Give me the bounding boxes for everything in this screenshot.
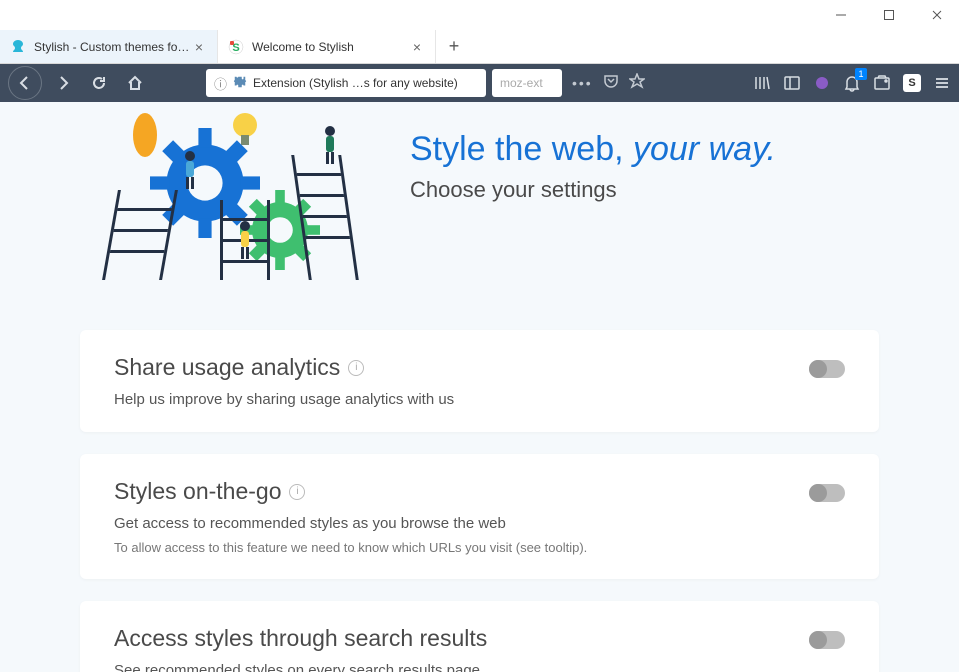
info-icon[interactable]: i xyxy=(289,484,305,500)
site-info-icon[interactable]: ⓘ xyxy=(214,74,227,93)
navigation-toolbar: ⓘ Extension (Stylish …s for any website)… xyxy=(0,64,959,102)
info-icon[interactable]: i xyxy=(348,360,364,376)
window-minimize-button[interactable] xyxy=(827,1,855,29)
extension-icon xyxy=(233,75,247,92)
setting-search-results: Access styles through search results See… xyxy=(80,601,879,672)
tab-label: Stylish - Custom themes for an xyxy=(34,40,191,54)
address-bar[interactable]: ⓘ Extension (Stylish …s for any website) xyxy=(206,69,486,97)
window-maximize-button[interactable] xyxy=(875,1,903,29)
window-titlebar xyxy=(0,0,959,30)
home-button[interactable] xyxy=(120,68,150,98)
setting-note: To allow access to this feature we need … xyxy=(114,540,809,555)
search-placeholder: moz-ext xyxy=(500,76,543,90)
page-actions-menu[interactable]: ••• xyxy=(572,75,593,91)
bookmark-star-icon[interactable] xyxy=(629,73,645,94)
notification-badge: 1 xyxy=(855,68,867,80)
setting-title: Access styles through search results xyxy=(114,625,487,652)
sidebar-icon[interactable] xyxy=(783,74,801,92)
back-button[interactable] xyxy=(8,66,42,100)
library-icon[interactable] xyxy=(753,74,771,92)
address-text: Extension (Stylish …s for any website) xyxy=(253,76,458,90)
search-field[interactable]: moz-ext xyxy=(492,69,562,97)
tab-stylish-themes[interactable]: Stylish - Custom themes for an × xyxy=(0,30,218,63)
headline-prefix: Style the web, xyxy=(410,130,633,168)
stylish-favicon xyxy=(10,39,26,55)
setting-description: Get access to recommended styles as you … xyxy=(114,515,809,532)
hero-illustration xyxy=(80,110,370,280)
toolbar-right-icons: 1 S xyxy=(753,74,951,92)
window-close-button[interactable] xyxy=(923,1,951,29)
tab-welcome-stylish[interactable]: S Welcome to Stylish × xyxy=(218,30,436,63)
pocket-icon[interactable] xyxy=(603,73,619,94)
tab-close-button[interactable]: × xyxy=(409,39,425,55)
setting-description: Help us improve by sharing usage analyti… xyxy=(114,391,809,408)
toggle-styles-on-the-go[interactable] xyxy=(809,484,845,502)
reload-button[interactable] xyxy=(84,68,114,98)
tab-bar: Stylish - Custom themes for an × S Welco… xyxy=(0,30,959,64)
setting-title: Styles on-the-go xyxy=(114,478,281,505)
forward-button[interactable] xyxy=(48,68,78,98)
page-actions: ••• xyxy=(572,73,645,94)
setting-title: Share usage analytics xyxy=(114,354,340,381)
new-tab-button[interactable]: + xyxy=(436,30,472,63)
screenshots-icon[interactable] xyxy=(873,74,891,92)
toggle-share-analytics[interactable] xyxy=(809,360,845,378)
tab-label: Welcome to Stylish xyxy=(252,40,409,54)
stylish-s-favicon: S xyxy=(228,39,244,55)
tab-close-button[interactable]: × xyxy=(191,39,207,55)
settings-list: Share usage analytics i Help us improve … xyxy=(80,330,879,672)
page-content[interactable]: Style the web, your way. Choose your set… xyxy=(0,102,959,672)
notifications-icon[interactable]: 1 xyxy=(843,74,861,92)
page-headline: Style the web, your way. xyxy=(410,130,776,169)
menu-icon[interactable] xyxy=(933,74,951,92)
toggle-search-results[interactable] xyxy=(809,631,845,649)
stylish-extension-icon[interactable]: S xyxy=(903,74,921,92)
page-subheadline: Choose your settings xyxy=(410,177,776,203)
hero-section: Style the web, your way. Choose your set… xyxy=(80,102,879,280)
account-icon[interactable] xyxy=(813,74,831,92)
setting-description: See recommended styles on every search r… xyxy=(114,662,809,672)
setting-share-analytics: Share usage analytics i Help us improve … xyxy=(80,330,879,432)
setting-styles-on-the-go: Styles on-the-go i Get access to recomme… xyxy=(80,454,879,579)
headline-italic: your way. xyxy=(633,130,776,168)
